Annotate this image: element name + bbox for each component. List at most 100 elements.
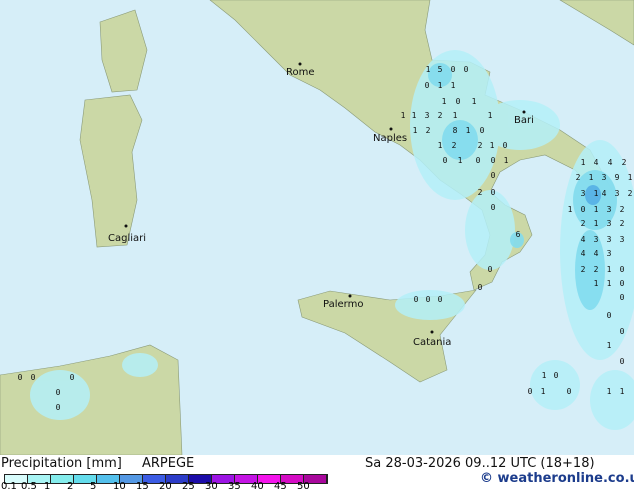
precip-value: 0 — [456, 97, 461, 106]
precip-value: 0 — [438, 295, 443, 304]
precip-value: 1 — [581, 158, 586, 167]
precip-value: 2 — [576, 173, 581, 182]
precip-value: 0 — [70, 373, 75, 382]
precip-value: 2 — [478, 188, 483, 197]
precip-value: 1 — [442, 97, 447, 106]
precip-value: 2 — [426, 126, 431, 135]
precip-value: 0 — [451, 65, 456, 74]
precip-value: 3 — [607, 205, 612, 214]
precip-value: 6 — [516, 230, 521, 239]
precip-value: 2 — [581, 219, 586, 228]
precip-value: 1 — [620, 387, 625, 396]
precip-value: 9 — [615, 173, 620, 182]
model-name: ARPEGE — [142, 456, 195, 471]
precip-value: 2 — [620, 205, 625, 214]
precip-value: 5 — [438, 65, 443, 74]
precip-value: 0 — [464, 65, 469, 74]
scale-tick: 40 — [251, 481, 264, 490]
precip-value: 1 — [589, 173, 594, 182]
scale-tick: 35 — [228, 481, 241, 490]
precip-value: 1 — [488, 111, 493, 120]
precip-value: 1 — [412, 111, 417, 120]
precip-value: 2 — [594, 265, 599, 274]
precip-value: 1 — [607, 341, 612, 350]
precip-value: 4 — [602, 189, 607, 198]
valid-datetime: Sa 28-03-2026 09..12 UTC (18+18) — [365, 456, 595, 471]
precip-value: 0 — [426, 295, 431, 304]
precip-value: 0 — [425, 81, 430, 90]
precip-value: 1 — [413, 126, 418, 135]
precip-value: 3 — [602, 173, 607, 182]
precip-value: 2 — [452, 141, 457, 150]
scale-tick: 0.5 — [21, 481, 37, 490]
precip-value: 0 — [491, 156, 496, 165]
precip-value: 1 — [458, 156, 463, 165]
precip-value: 8 — [453, 126, 458, 135]
precip-value: 1 — [438, 141, 443, 150]
credit-link[interactable]: © weatheronline.co.uk — [480, 471, 634, 486]
precip-value: 0 — [478, 283, 483, 292]
scale-tick: 20 — [159, 481, 172, 490]
precip-value: 0 — [581, 205, 586, 214]
precip-value: 3 — [581, 189, 586, 198]
precip-value: 0 — [620, 279, 625, 288]
precip-value: 2 — [478, 141, 483, 150]
precip-value: 0 — [491, 171, 496, 180]
precip-value: 0 — [56, 403, 61, 412]
precip-value: 0 — [18, 373, 23, 382]
precip-value: 1 — [594, 205, 599, 214]
precip-value: 4 — [594, 158, 599, 167]
precip-value: 0 — [620, 265, 625, 274]
precip-value: 1 — [504, 156, 509, 165]
scale-tick: 0.1 — [1, 481, 17, 490]
precip-value: 0 — [488, 265, 493, 274]
scale-tick: 25 — [182, 481, 195, 490]
precip-value: 1 — [594, 219, 599, 228]
city-bari: Bari — [514, 115, 534, 126]
city-naples: Naples — [373, 133, 407, 144]
precip-value: 0 — [503, 141, 508, 150]
precip-value: 1 — [542, 371, 547, 380]
precip-value: 3 — [607, 249, 612, 258]
precip-value: 0 — [56, 388, 61, 397]
city-cagliari: Cagliari — [108, 233, 146, 244]
precip-value: 2 — [620, 219, 625, 228]
precip-value: 1 — [453, 111, 458, 120]
precip-value: 3 — [620, 235, 625, 244]
color-scale-ticks: 0.1 0.5 1 2 5 10 15 20 25 30 35 40 45 50 — [0, 481, 330, 490]
precip-value: 0 — [491, 203, 496, 212]
precip-value: 4 — [581, 235, 586, 244]
precip-value: 4 — [581, 249, 586, 258]
precip-value: 0 — [620, 357, 625, 366]
precip-value: 3 — [607, 219, 612, 228]
city-palermo: Palermo — [323, 299, 363, 310]
precip-value: 1 — [451, 81, 456, 90]
precip-value: 1 — [568, 205, 573, 214]
precip-value: 3 — [615, 189, 620, 198]
precip-value: 3 — [425, 111, 430, 120]
precip-value: 1 — [466, 126, 471, 135]
precip-value: 2 — [622, 158, 627, 167]
precip-value: 0 — [620, 293, 625, 302]
scale-tick: 50 — [297, 481, 310, 490]
precip-value: 4 — [594, 249, 599, 258]
scale-tick: 45 — [274, 481, 287, 490]
precip-value: 0 — [480, 126, 485, 135]
precip-value: 0 — [607, 311, 612, 320]
precip-value: 2 — [581, 265, 586, 274]
precip-value: 1 — [472, 97, 477, 106]
scale-tick: 5 — [90, 481, 97, 490]
precipitation-map[interactable]: 1 5 0 00 1 11 0 11 1 3 2 1 11 2 8 1 01 2 2 1 00 1 0 0 102 001 4 4 22… — [0, 0, 634, 455]
precip-value: 1 — [541, 387, 546, 396]
precip-value: 2 — [438, 111, 443, 120]
precip-value: 3 — [607, 235, 612, 244]
precip-value: 0 — [476, 156, 481, 165]
scale-tick: 30 — [205, 481, 218, 490]
city-catania: Catania — [413, 337, 451, 348]
precip-value: 0 — [491, 188, 496, 197]
precip-value: 1 — [628, 173, 633, 182]
precip-value: 1 — [438, 81, 443, 90]
precip-value: 1 — [426, 65, 431, 74]
precip-value: 0 — [443, 156, 448, 165]
precip-value: 4 — [608, 158, 613, 167]
